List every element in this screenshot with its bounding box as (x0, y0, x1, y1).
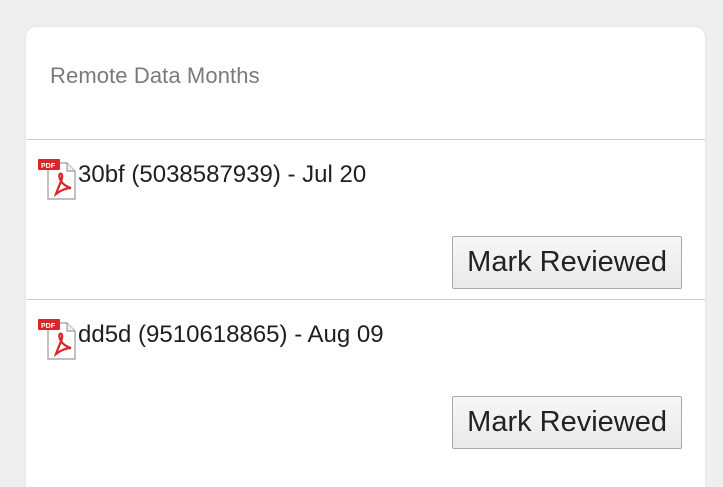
svg-text:PDF: PDF (41, 163, 56, 170)
panel-title: Remote Data Months (50, 63, 260, 88)
panel-header: Remote Data Months (26, 27, 705, 140)
list-item: PDF 30bf (5038587939) - Jul 20 Mark Revi… (26, 140, 705, 300)
svg-text:PDF: PDF (41, 323, 56, 330)
pdf-file-icon: PDF (36, 157, 78, 201)
entry-text: 30bf (5038587939) - Jul 20 (78, 161, 367, 188)
pdf-file-icon: PDF (36, 317, 78, 361)
mark-reviewed-button[interactable]: Mark Reviewed (452, 396, 682, 449)
entry-link[interactable]: PDF 30bf (5038587939) - Jul 20 (36, 157, 366, 201)
remote-data-panel: Remote Data Months PDF 30bf (5038587939)… (26, 27, 705, 487)
mark-reviewed-button[interactable]: Mark Reviewed (452, 236, 682, 289)
list-item: PDF dd5d (9510618865) - Aug 09 Mark Revi… (26, 300, 705, 460)
entry-link[interactable]: PDF dd5d (9510618865) - Aug 09 (36, 317, 384, 361)
entry-text: dd5d (9510618865) - Aug 09 (78, 321, 384, 348)
